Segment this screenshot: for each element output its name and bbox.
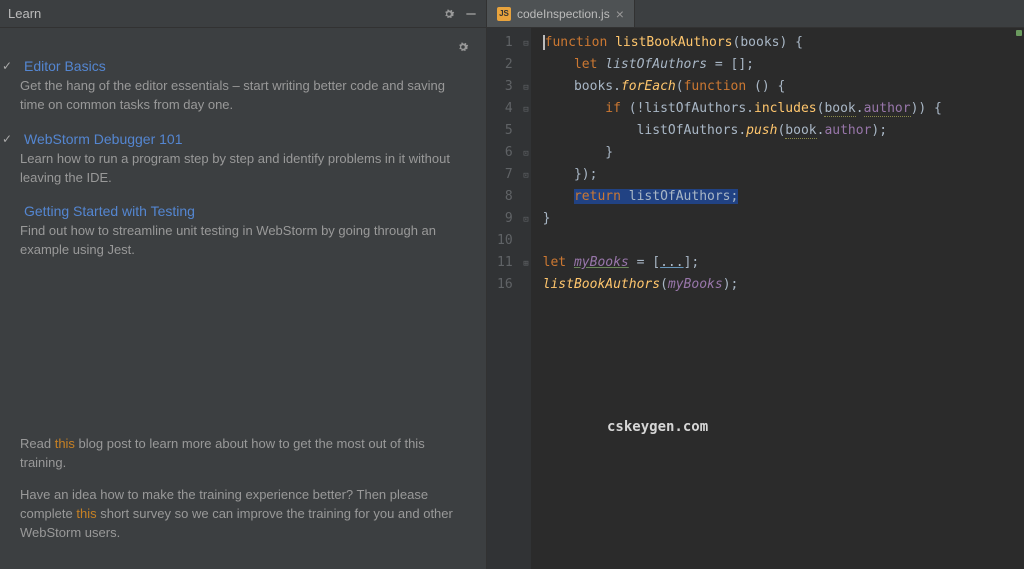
code-line: let listOfAuthors = [];: [543, 54, 1024, 76]
panel-sub-toolbar: [20, 40, 470, 58]
lesson-title-link[interactable]: Editor Basics: [24, 58, 106, 74]
lesson-list: ✓Editor BasicsGet the hang of the editor…: [20, 58, 470, 276]
minimize-icon[interactable]: [464, 7, 478, 21]
tab-label: codeInspection.js: [517, 7, 610, 21]
line-number: 11: [497, 255, 513, 270]
line-number: 7: [505, 167, 513, 182]
tab-codeinspection[interactable]: JS codeInspection.js ×: [487, 0, 635, 27]
code-line: listOfAuthors.push(book.author);: [543, 120, 1024, 142]
line-number: 9: [505, 211, 513, 226]
line-number: 5: [505, 123, 513, 138]
fold-end-icon[interactable]: ⊡: [523, 143, 528, 165]
footer-p1a: Read: [20, 436, 55, 451]
editor-panel: JS codeInspection.js × 1 ⊟ 2 3 ⊟ 4 ⊟ 5 6 ⊡ 7…: [487, 0, 1024, 569]
line-number: 10: [497, 233, 513, 248]
close-icon[interactable]: ×: [616, 6, 624, 22]
gear-icon[interactable]: [456, 40, 470, 54]
fold-icon[interactable]: ⊟: [523, 99, 528, 121]
lesson-item: ✓Editor BasicsGet the hang of the editor…: [20, 58, 470, 115]
editor-scrollbar[interactable]: [1014, 28, 1024, 569]
learn-panel-body: ✓ Editor Basics Get the hang of the editor…: [0, 28, 486, 569]
lesson-description: Find out how to streamline unit testing …: [20, 222, 470, 260]
code-area[interactable]: function listBookAuthors(books) { let li…: [531, 28, 1024, 569]
line-number: 8: [505, 189, 513, 204]
code-line: let myBooks = [...];: [543, 252, 1024, 274]
js-file-icon: JS: [497, 7, 511, 21]
line-number: 2: [505, 57, 513, 72]
lesson-item: ✓WebStorm Debugger 101Learn how to run a…: [20, 131, 470, 188]
learn-footer: Read this blog post to learn more about …: [20, 395, 470, 557]
panel-title: Learn: [8, 6, 442, 21]
lesson-item: Getting Started with Testing Find out how…: [20, 203, 470, 260]
lesson-description: Get the hang of the editor essentials – …: [20, 77, 470, 115]
fold-icon[interactable]: ⊞: [523, 253, 528, 275]
learn-panel-header: Learn: [0, 0, 486, 28]
code-line: });: [543, 164, 1024, 186]
code-line: books.forEach(function () {: [543, 76, 1024, 98]
line-number: 3: [505, 79, 513, 94]
watermark: cskeygen.com: [607, 416, 708, 438]
code-line: }: [543, 208, 1024, 230]
check-icon: ✓: [2, 59, 16, 73]
fold-end-icon[interactable]: ⊡: [523, 209, 528, 231]
code-line: if (!listOfAuthors.includes(book.author)…: [543, 98, 1024, 120]
line-number: 16: [497, 277, 513, 292]
scroll-marker: [1016, 30, 1022, 36]
lesson-description: Learn how to run a program step by step …: [20, 150, 470, 188]
fold-end-icon[interactable]: ⊡: [523, 165, 528, 187]
learn-panel: Learn ✓ Editor Basics Get the hang of the …: [0, 0, 487, 569]
fold-icon[interactable]: ⊟: [523, 77, 528, 99]
fold-icon[interactable]: ⊟: [523, 33, 528, 55]
survey-link[interactable]: this: [76, 506, 96, 521]
line-number: 4: [505, 101, 513, 116]
check-icon: ✓: [2, 132, 16, 146]
footer-p1b: blog post to learn more about how to get…: [20, 436, 425, 470]
lesson-title-link[interactable]: WebStorm Debugger 101: [24, 131, 183, 147]
code-line: }: [543, 142, 1024, 164]
footer-text: Read this blog post to learn more about …: [20, 435, 470, 473]
line-number: 6: [505, 145, 513, 160]
line-number: 1: [505, 35, 513, 50]
code-line: listBookAuthors(myBooks);: [543, 274, 1024, 296]
code-line: function listBookAuthors(books) {: [543, 32, 1024, 54]
blog-link[interactable]: this: [55, 436, 75, 451]
editor-tabbar: JS codeInspection.js ×: [487, 0, 1024, 28]
code-line: return listOfAuthors;: [543, 186, 1024, 208]
footer-text: Have an idea how to make the training ex…: [20, 486, 470, 543]
gear-icon[interactable]: [442, 7, 456, 21]
gutter: 1 ⊟ 2 3 ⊟ 4 ⊟ 5 6 ⊡ 7 ⊡ 8 9 ⊡ 10 11 ⊞ 16: [487, 28, 531, 569]
lesson-title-link[interactable]: Getting Started with Testing: [24, 203, 195, 219]
code-line: [543, 230, 1024, 252]
code-editor[interactable]: 1 ⊟ 2 3 ⊟ 4 ⊟ 5 6 ⊡ 7 ⊡ 8 9 ⊡ 10 11 ⊞ 16 functi…: [487, 28, 1024, 569]
